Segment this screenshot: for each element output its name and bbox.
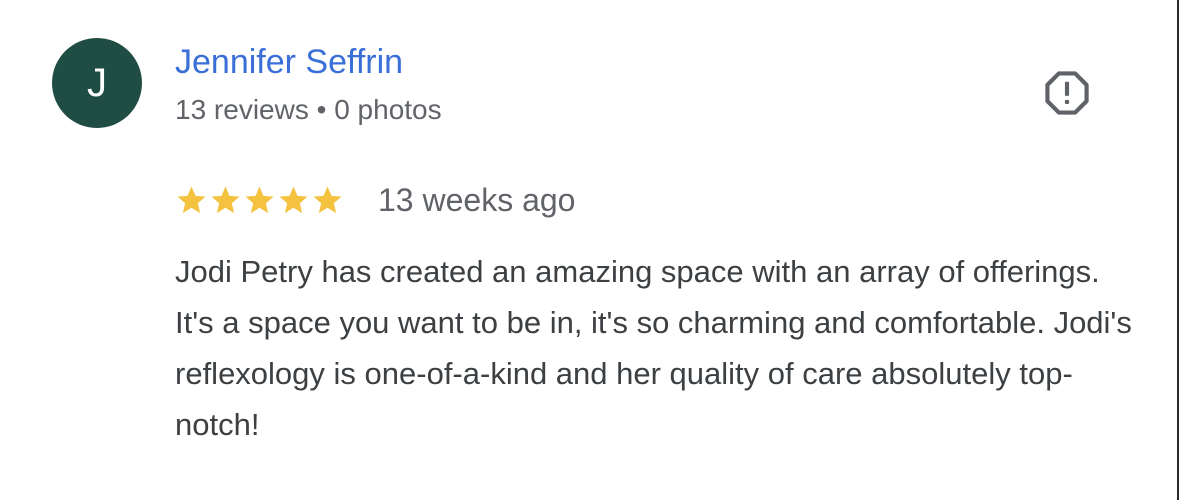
review-date: 13 weeks ago (378, 182, 576, 218)
review-card: J Jennifer Seffrin 13 reviews • 0 photos… (0, 0, 1179, 500)
reviewer-name[interactable]: Jennifer Seffrin (175, 40, 403, 84)
star-icon (211, 185, 240, 213)
star-icon (279, 185, 308, 213)
rating-row: 13 weeks ago (175, 178, 575, 222)
report-review-button[interactable] (1040, 66, 1094, 120)
avatar[interactable]: J (52, 38, 142, 128)
report-octagon-icon (1045, 71, 1089, 115)
star-icon (177, 185, 206, 213)
review-text: Jodi Petry has created an amazing space … (175, 254, 1132, 442)
star-rating (175, 184, 344, 217)
star-icon (245, 185, 274, 213)
star-icon (313, 185, 342, 213)
avatar-initial: J (87, 61, 107, 105)
reviewer-meta: 13 reviews • 0 photos (175, 94, 442, 125)
